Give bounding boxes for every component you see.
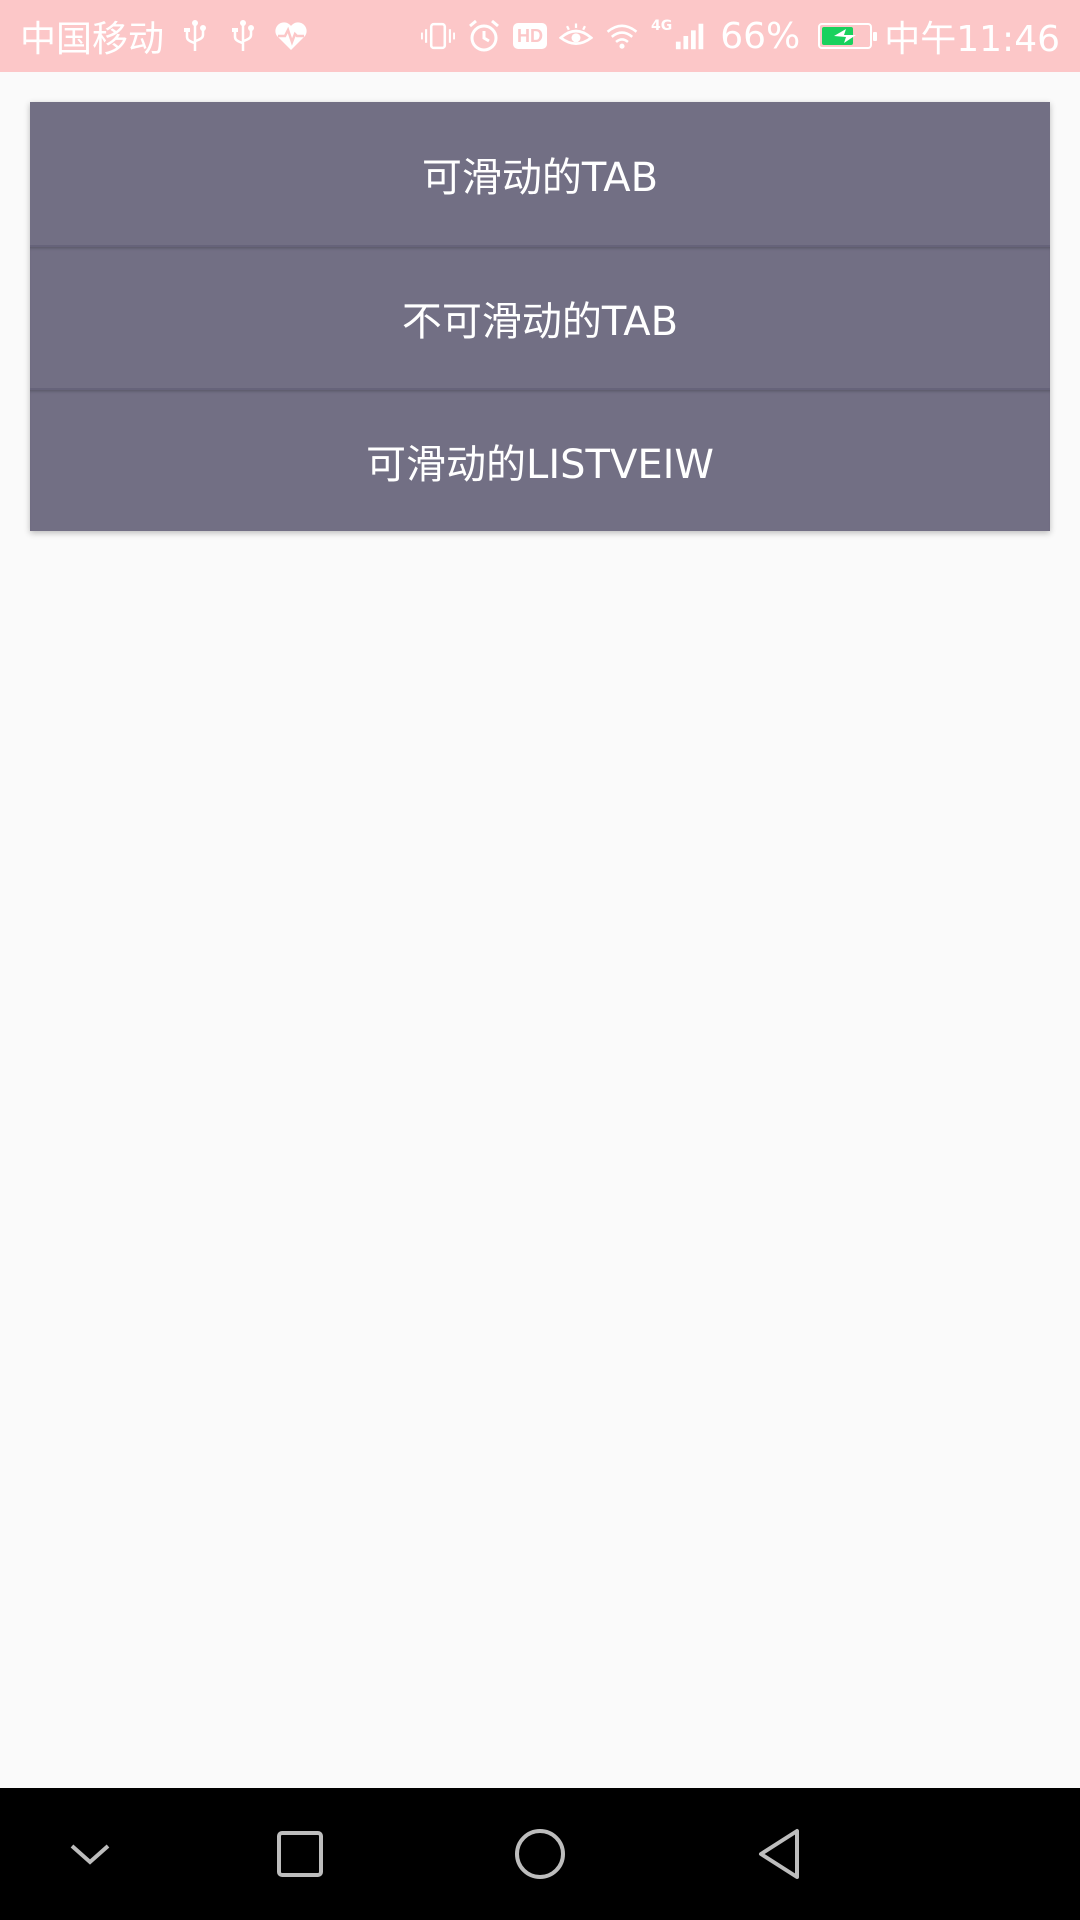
scrollable-tab-button[interactable]: 可滑动的TAB: [30, 102, 1050, 245]
status-bar-right: HD 4G 66% 中午11:46: [421, 10, 1060, 62]
signal-icon: [674, 16, 708, 56]
fixed-tab-button-label: 不可滑动的TAB: [401, 298, 679, 345]
vibrate-icon: [421, 16, 455, 56]
usb-icon: [178, 16, 212, 56]
fixed-tab-button[interactable]: 不可滑动的TAB: [30, 245, 1050, 388]
alarm-icon: [467, 16, 501, 56]
square-icon: [277, 1831, 323, 1877]
wifi-icon: [605, 16, 639, 56]
network-type-label: 4G: [651, 18, 673, 34]
carrier-name: 中国移动: [20, 19, 165, 60]
circle-icon: [515, 1829, 565, 1879]
menu-card: 可滑动的TAB 不可滑动的TAB 可滑动的LISTVEIW: [30, 102, 1050, 531]
status-bar-left: 中国移动: [20, 10, 308, 62]
health-icon: [274, 16, 308, 56]
battery-icon: [818, 23, 878, 49]
battery-percent: 66%: [720, 15, 801, 57]
back-triangle-icon: [759, 1829, 799, 1879]
app-screen: 中国移动 HD 4G 66% 中午11:46 可滑动的TAB 不可滑动的TAB …: [0, 0, 1080, 1920]
eye-comfort-icon: [559, 16, 593, 56]
navigation-bar: [0, 1788, 1080, 1920]
usb-icon: [226, 16, 260, 56]
status-bar: 中国移动 HD 4G 66% 中午11:46: [0, 0, 1080, 72]
chevron-down-icon: [70, 1844, 110, 1865]
home-button[interactable]: [498, 1812, 582, 1896]
scrollable-listview-button[interactable]: 可滑动的LISTVEIW: [30, 388, 1050, 531]
scrollable-listview-button-label: 可滑动的LISTVEIW: [366, 441, 714, 488]
recents-button[interactable]: [258, 1812, 342, 1896]
hide-keyboard-button[interactable]: [48, 1812, 132, 1896]
scrollable-tab-button-label: 可滑动的TAB: [421, 154, 659, 201]
hd-icon: HD: [513, 23, 547, 49]
back-button[interactable]: [738, 1812, 822, 1896]
clock-time: 中午11:46: [884, 19, 1060, 60]
charging-bolt-icon: [834, 29, 857, 43]
